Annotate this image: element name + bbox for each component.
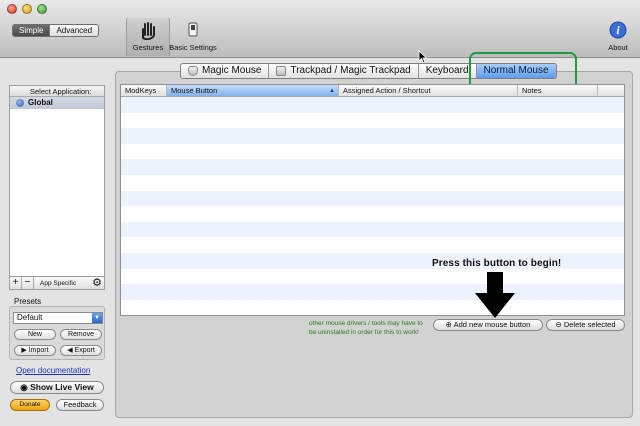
table-row (121, 237, 624, 253)
driver-warning-note: other mouse drivers / tools may have to … (309, 320, 423, 336)
tab-magic-mouse[interactable]: Magic Mouse (181, 64, 270, 78)
export-label: Export (74, 347, 95, 354)
application-item-label: Global (28, 98, 53, 107)
advanced-mode-tab[interactable]: Advanced (49, 25, 99, 36)
remove-preset-button[interactable]: Remove (60, 329, 102, 340)
table-row (121, 159, 624, 175)
arrow-down-icon (475, 272, 515, 318)
column-header-spacer (598, 85, 624, 96)
mode-segmented-control: Simple Advanced (12, 24, 100, 37)
zoom-window-button[interactable] (37, 4, 47, 14)
play-icon: ▶ (21, 347, 29, 354)
table-body (121, 97, 624, 315)
sort-ascending-icon: ▲ (329, 88, 335, 94)
magic-mouse-icon (188, 66, 198, 76)
toolbar-basic-settings-label: Basic Settings (169, 43, 217, 52)
column-header-notes[interactable]: Notes (518, 85, 598, 96)
application-item-global[interactable]: Global (10, 97, 104, 109)
application-list-footer: + − App Specific ⚙ (9, 276, 105, 290)
chevron-down-icon: ▼ (92, 313, 102, 323)
table-row (121, 190, 624, 207)
toolbar-about-label: About (608, 43, 628, 52)
table-row (121, 299, 624, 315)
toolbar-about[interactable]: i About (600, 18, 636, 52)
toolbar: Simple Advanced Gestures Basic Settings … (0, 0, 640, 58)
add-mouse-button-button[interactable]: ⊕ Add new mouse button (433, 319, 543, 331)
remove-application-button[interactable]: − (22, 277, 34, 289)
table-row (121, 268, 624, 285)
import-label: Import (28, 347, 49, 354)
tab-keyboard-label: Keyboard (425, 65, 469, 76)
switch-icon (188, 22, 198, 37)
table-header: ModKeys Mouse Button ▲ Assigned Action /… (121, 85, 624, 97)
tab-trackpad[interactable]: Trackpad / Magic Trackpad (269, 64, 419, 78)
close-window-button[interactable] (7, 4, 17, 14)
presets-title: Presets (14, 297, 42, 306)
hand-icon (142, 22, 155, 40)
mouse-cursor-icon (418, 50, 428, 64)
eye-icon: ◉ (20, 382, 31, 392)
gear-icon[interactable]: ⚙ (90, 277, 104, 289)
application-list: Select Application: Global (9, 85, 105, 290)
table-row (121, 174, 624, 191)
app-window: Simple Advanced Gestures Basic Settings … (0, 0, 640, 426)
toolbar-gestures-label: Gestures (132, 43, 164, 52)
simple-mode-tab[interactable]: Simple (13, 25, 50, 36)
preset-dropdown-value: Default (17, 313, 43, 322)
feedback-button[interactable]: Feedback (56, 399, 104, 411)
app-specific-label: App Specific (40, 279, 77, 287)
info-icon: i (609, 21, 627, 39)
tab-trackpad-label: Trackpad / Magic Trackpad (290, 65, 411, 76)
table-row (121, 284, 624, 300)
column-header-mouse-button-label: Mouse Button (171, 86, 218, 95)
import-preset-button[interactable]: ▶ Import (14, 345, 56, 356)
column-header-mouse-button[interactable]: Mouse Button ▲ (167, 85, 339, 96)
table-row (121, 128, 624, 144)
add-application-button[interactable]: + (10, 277, 22, 289)
donate-button[interactable]: Donate (10, 399, 50, 411)
table-row (121, 206, 624, 222)
column-header-action[interactable]: Assigned Action / Shortcut (339, 85, 518, 96)
toolbar-gestures[interactable]: Gestures (126, 18, 170, 56)
trackpad-icon (276, 66, 287, 76)
preset-dropdown[interactable]: Default ▼ (13, 312, 103, 324)
table-row (121, 112, 624, 129)
new-preset-button[interactable]: New (14, 329, 56, 340)
table-row (121, 143, 624, 160)
plus-icon: ⊕ (445, 320, 454, 329)
minimize-window-button[interactable] (22, 4, 32, 14)
open-documentation-link[interactable]: Open documentation (16, 366, 90, 375)
back-icon: ◀ (67, 347, 75, 354)
mouse-button-table: ModKeys Mouse Button ▲ Assigned Action /… (120, 84, 625, 316)
delete-selected-label: Delete selected (563, 320, 616, 329)
table-row (121, 221, 624, 238)
column-header-modkeys[interactable]: ModKeys (121, 85, 167, 96)
add-mouse-button-label: Add new mouse button (453, 320, 531, 329)
globe-icon (16, 99, 24, 107)
export-preset-button[interactable]: ◀ Export (60, 345, 102, 356)
application-list-header: Select Application: (10, 86, 104, 97)
toolbar-basic-settings[interactable]: Basic Settings (168, 18, 218, 52)
delete-selected-button[interactable]: ⊖ Delete selected (546, 319, 625, 331)
presets-box: Default ▼ New Remove ▶ Import ◀ Export (9, 306, 105, 360)
tab-magic-mouse-label: Magic Mouse (202, 65, 262, 76)
press-button-hint: Press this button to begin! (432, 258, 562, 269)
show-live-view-button[interactable]: ◉ Show Live View (10, 381, 104, 394)
table-row (121, 97, 624, 113)
show-live-view-label: Show Live View (30, 382, 94, 392)
minus-icon: ⊖ (555, 320, 564, 329)
tab-keyboard[interactable]: Keyboard (419, 64, 477, 78)
